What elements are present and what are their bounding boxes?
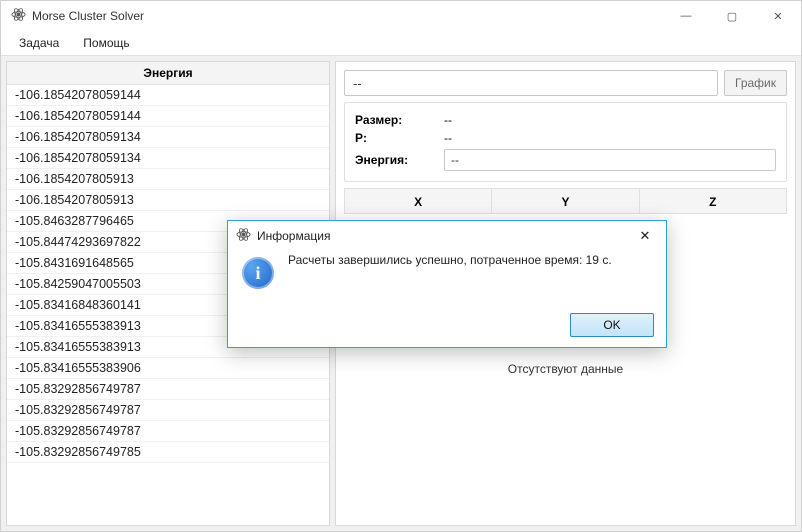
energy-label: Энергия: [355, 153, 430, 167]
minimize-button[interactable]: — [663, 1, 709, 31]
maximize-button[interactable]: ▢ [709, 1, 755, 31]
app-icon [11, 7, 26, 25]
energy-field[interactable] [444, 149, 776, 171]
menu-help[interactable]: Помощь [77, 33, 135, 53]
menu-task[interactable]: Задача [13, 33, 65, 53]
energy-row[interactable]: -106.18542078059134 [7, 127, 329, 148]
main-window: Morse Cluster Solver — ▢ ✕ Задача Помощь… [0, 0, 802, 532]
size-label: Размер: [355, 113, 430, 127]
energy-header: Энергия [7, 62, 329, 85]
dialog-footer: OK [228, 307, 666, 347]
graph-button[interactable]: График [724, 70, 787, 96]
energy-row[interactable]: -106.1854207805913 [7, 169, 329, 190]
titlebar: Morse Cluster Solver — ▢ ✕ [1, 1, 801, 31]
details-box: Размер: -- P: -- Энергия: [344, 102, 787, 182]
p-value: -- [444, 131, 452, 145]
energy-row[interactable]: -105.83292856749785 [7, 442, 329, 463]
col-z: Z [640, 189, 786, 213]
selection-input[interactable] [344, 70, 718, 96]
dialog-titlebar: Информация ✕ [228, 221, 666, 251]
dialog-message: Расчеты завершились успешно, потраченное… [288, 253, 612, 267]
energy-row[interactable]: -105.83292856749787 [7, 379, 329, 400]
info-dialog: Информация ✕ i Расчеты завершились успеш… [227, 220, 667, 348]
menubar: Задача Помощь [1, 31, 801, 56]
col-x: X [345, 189, 492, 213]
energy-row[interactable]: -105.83292856749787 [7, 400, 329, 421]
dialog-app-icon [236, 227, 251, 245]
energy-row[interactable]: -105.83416555383906 [7, 358, 329, 379]
window-title: Morse Cluster Solver [32, 9, 663, 23]
size-value: -- [444, 113, 452, 127]
energy-row[interactable]: -106.18542078059144 [7, 85, 329, 106]
window-buttons: — ▢ ✕ [663, 1, 801, 31]
close-button[interactable]: ✕ [755, 1, 801, 31]
info-icon: i [242, 257, 274, 289]
energy-row[interactable]: -106.1854207805913 [7, 190, 329, 211]
col-y: Y [492, 189, 639, 213]
dialog-title: Информация [257, 229, 632, 243]
p-label: P: [355, 131, 430, 145]
top-row: График [344, 70, 787, 96]
dialog-body: i Расчеты завершились успешно, потраченн… [228, 251, 666, 307]
energy-row[interactable]: -106.18542078059144 [7, 106, 329, 127]
coord-table-header: X Y Z [344, 188, 787, 214]
energy-row[interactable]: -106.18542078059134 [7, 148, 329, 169]
dialog-close-button[interactable]: ✕ [632, 223, 658, 249]
energy-row[interactable]: -105.83292856749787 [7, 421, 329, 442]
ok-button[interactable]: OK [570, 313, 654, 337]
